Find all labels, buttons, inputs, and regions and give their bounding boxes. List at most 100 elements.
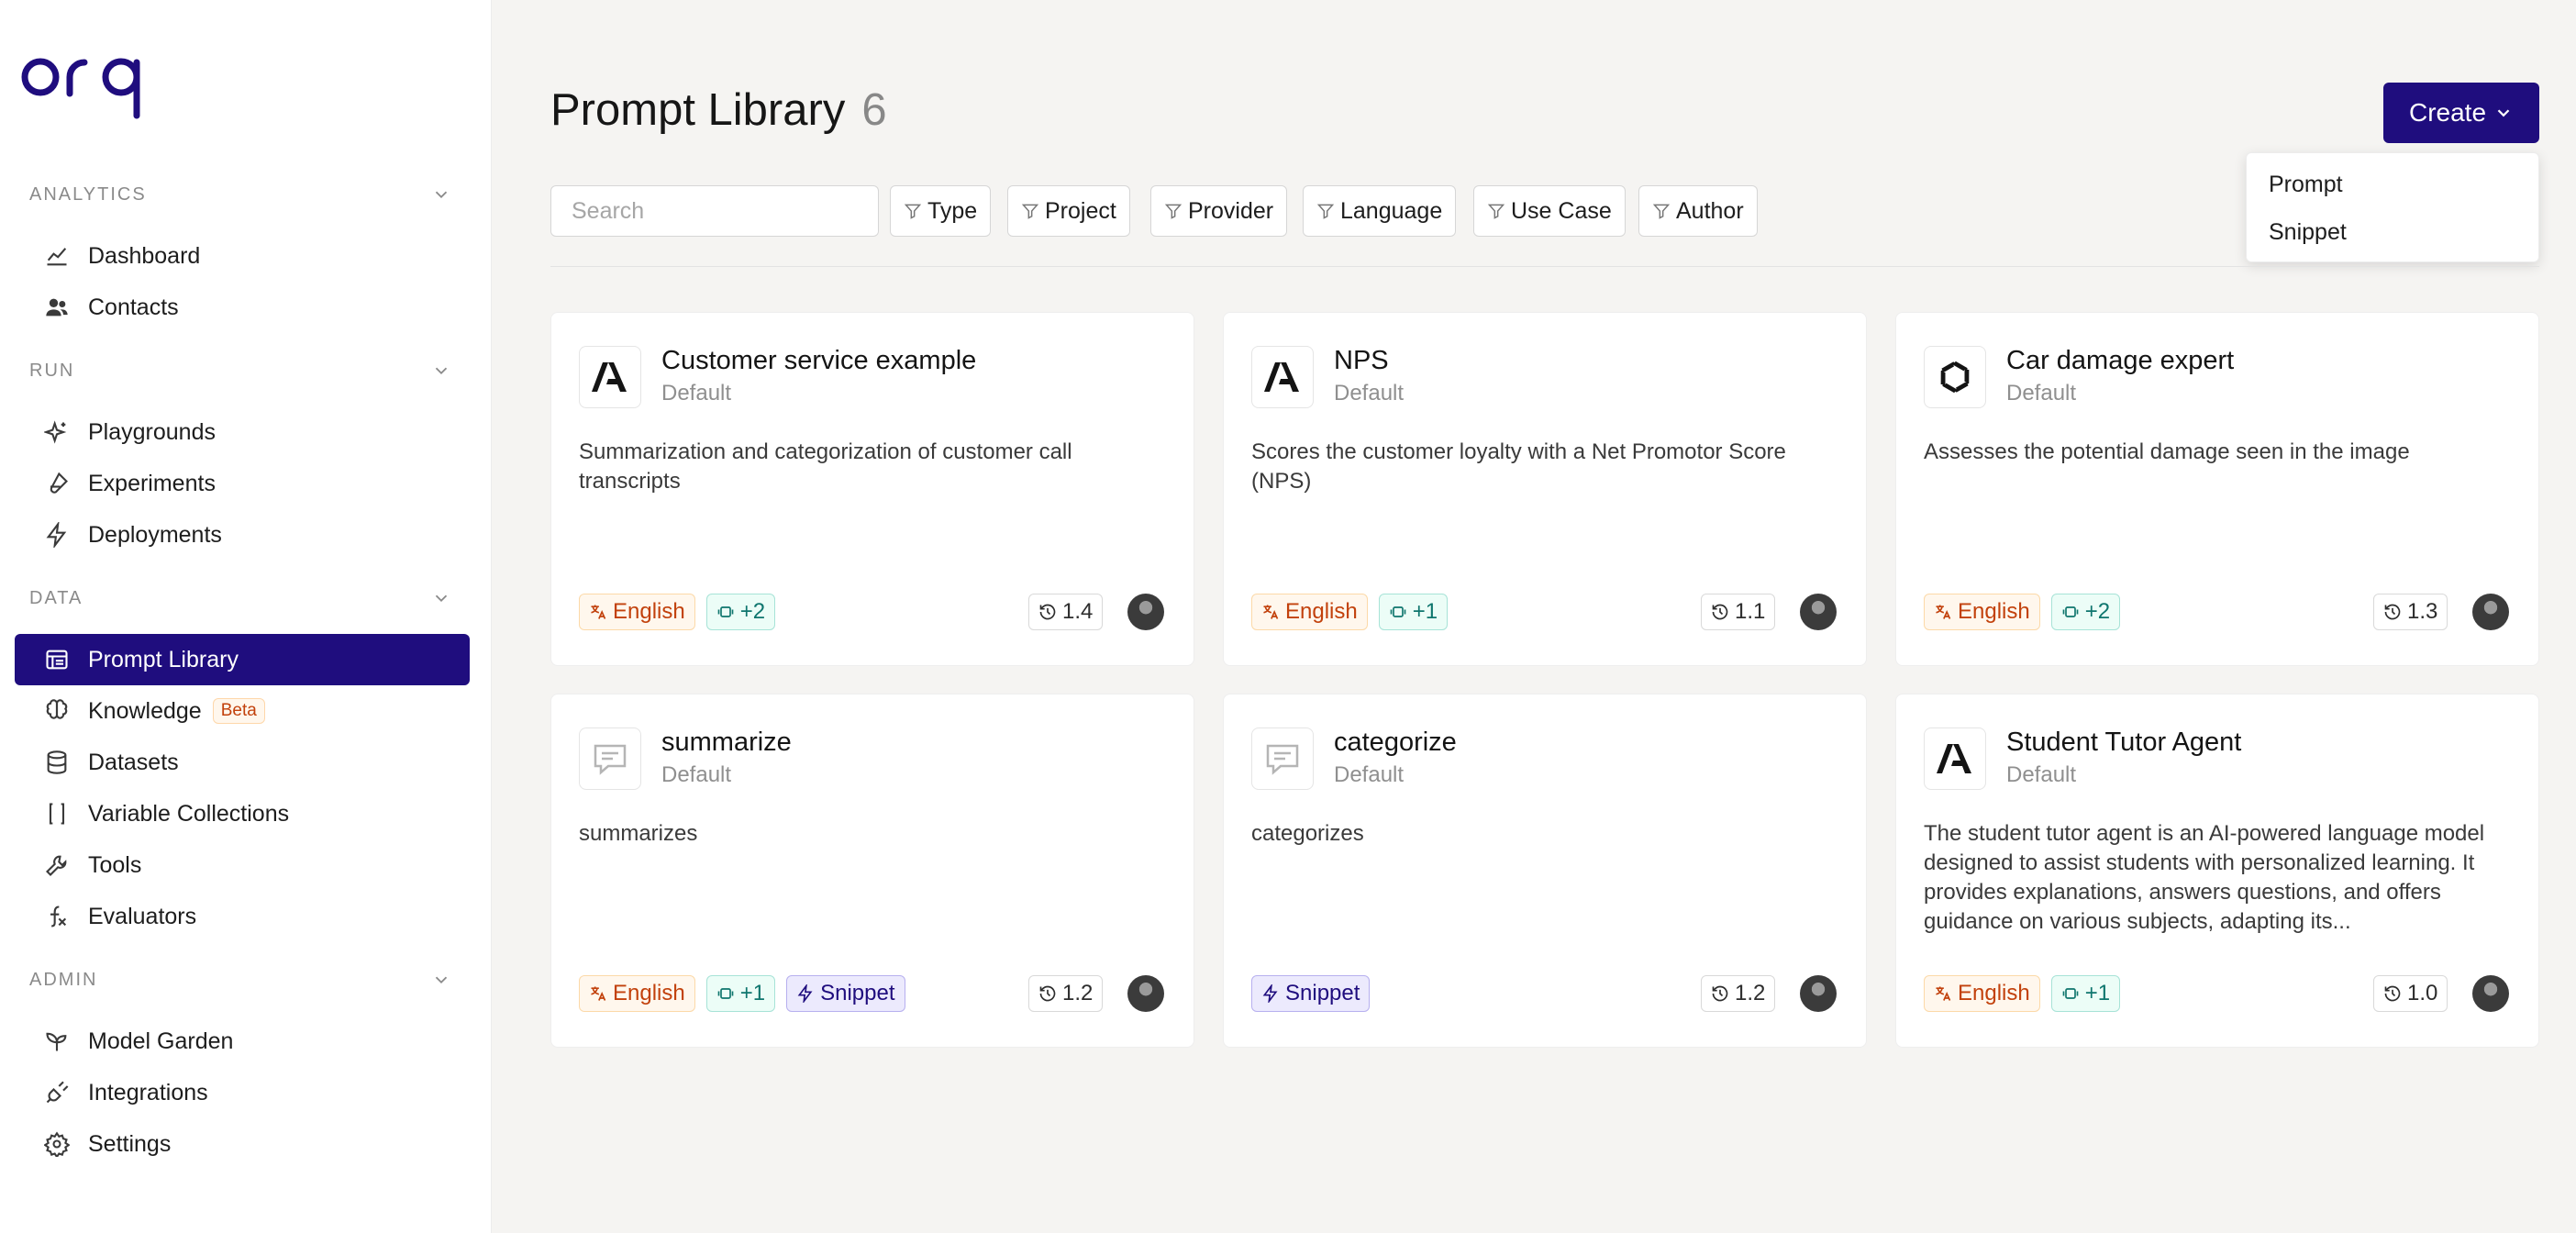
- sidebar-item-prompt-library[interactable]: Prompt Library: [15, 634, 470, 685]
- translate-icon: [1936, 605, 1951, 619]
- card-subtitle: Default: [1334, 762, 1405, 787]
- snippet-label: Snippet: [820, 981, 895, 1005]
- prompt-card[interactable]: summarize Default summarizes English +1 …: [550, 694, 1194, 1048]
- version-label: 1.2: [1735, 981, 1766, 1005]
- filter-icon: [1652, 204, 1671, 219]
- history-icon: [1712, 985, 1728, 1002]
- sidebar-item-deployments[interactable]: Deployments: [15, 509, 470, 561]
- sidebar-item-label: Variable Collections: [88, 800, 290, 827]
- provider-logo: [1924, 346, 1986, 408]
- version-badge[interactable]: 1.2: [1701, 975, 1776, 1012]
- chevron-down-icon: [435, 191, 448, 199]
- orq-logo[interactable]: [18, 40, 161, 121]
- author-avatar[interactable]: [2472, 975, 2509, 1012]
- model-count-tag: +1: [705, 975, 776, 1012]
- history-icon: [2384, 604, 2401, 620]
- language-tag: English: [1251, 594, 1368, 630]
- sidebar-item-knowledge[interactable]: Knowledge Beta: [15, 685, 470, 737]
- author-avatar[interactable]: [1127, 975, 1164, 1012]
- provider-logo: [579, 346, 641, 408]
- section-label: ADMIN: [29, 969, 98, 990]
- version-badge[interactable]: 1.4: [1028, 594, 1104, 630]
- anthropic-icon: [1264, 362, 1299, 392]
- create-label: Create: [2408, 98, 2487, 127]
- sidebar-item-dashboard[interactable]: Dashboard: [15, 230, 470, 282]
- filter-use-case[interactable]: Use Case: [1473, 185, 1626, 237]
- filter-project[interactable]: Project: [1007, 185, 1130, 237]
- section-run[interactable]: RUN: [29, 352, 451, 389]
- section-analytics[interactable]: ANALYTICS: [29, 176, 451, 213]
- author-avatar[interactable]: [1800, 975, 1837, 1012]
- sidebar-item-settings[interactable]: Settings: [15, 1118, 470, 1170]
- sidebar-item-label: Tools: [88, 851, 142, 878]
- search-input[interactable]: [550, 185, 879, 237]
- model-icon: [2062, 988, 2079, 999]
- card-description: Summarization and categorization of cust…: [579, 439, 1072, 494]
- model-count-tag: +1: [1378, 594, 1449, 630]
- translate-icon: [591, 986, 606, 1001]
- translate-icon: [1263, 605, 1279, 619]
- provider-logo: [1251, 728, 1314, 790]
- sidebar-item-integrations[interactable]: Integrations: [15, 1067, 470, 1118]
- create-button[interactable]: Create: [2383, 83, 2539, 143]
- prompt-card[interactable]: Student Tutor Agent Default The student …: [1895, 694, 2539, 1048]
- sidebar-item-label: Evaluators: [88, 903, 197, 929]
- filter-provider[interactable]: Provider: [1150, 185, 1288, 237]
- sidebar-item-variable-collections[interactable]: Variable Collections: [15, 788, 470, 839]
- version-badge[interactable]: 1.2: [1028, 975, 1104, 1012]
- card-tags: English +1: [1924, 975, 2121, 1012]
- sidebar-item-datasets[interactable]: Datasets: [15, 737, 470, 788]
- message-icon: [594, 744, 627, 775]
- sparkles-icon: [44, 420, 67, 444]
- prompt-card[interactable]: Car damage expert Default Assesses the p…: [1895, 312, 2539, 666]
- sidebar-item-experiments[interactable]: Experiments: [15, 458, 470, 509]
- snippet-tag: Snippet: [786, 975, 905, 1012]
- filter-label: Use Case: [1511, 197, 1612, 224]
- version-badge[interactable]: 1.0: [2373, 975, 2448, 1012]
- provider-logo: [1924, 728, 1986, 790]
- database-icon: [47, 750, 67, 774]
- translate-icon: [1936, 986, 1951, 1001]
- author-avatar[interactable]: [1127, 594, 1164, 630]
- lightning-icon: [797, 984, 813, 1003]
- author-avatar[interactable]: [2472, 594, 2509, 630]
- page-title: Prompt Library 6: [550, 84, 887, 136]
- menu-item-prompt[interactable]: Prompt: [2269, 172, 2343, 198]
- section-data[interactable]: DATA: [29, 580, 451, 616]
- flask-icon: [50, 472, 68, 494]
- card-tags: Snippet: [1251, 975, 1371, 1012]
- model-icon: [1390, 606, 1406, 617]
- language-tag: English: [1924, 594, 2040, 630]
- model-count-tag: +2: [705, 594, 776, 630]
- filter-language[interactable]: Language: [1303, 185, 1457, 237]
- menu-item-snippet[interactable]: Snippet: [2269, 219, 2347, 246]
- author-avatar[interactable]: [1800, 594, 1837, 630]
- sidebar-item-evaluators[interactable]: Evaluators: [15, 891, 470, 942]
- chart-line-icon: [47, 248, 67, 266]
- prompt-count: 6: [861, 85, 887, 135]
- section-label: DATA: [29, 587, 83, 608]
- version-badge[interactable]: 1.1: [1701, 594, 1776, 630]
- users-icon: [46, 298, 68, 317]
- version-label: 1.1: [1735, 599, 1766, 624]
- sidebar-item-label: Contacts: [88, 294, 179, 320]
- filter-label: Author: [1676, 197, 1744, 224]
- section-admin[interactable]: ADMIN: [29, 961, 451, 998]
- sprout-icon: [46, 1032, 67, 1051]
- model-icon: [717, 988, 734, 999]
- sidebar-item-label: Playgrounds: [88, 418, 216, 445]
- prompt-card[interactable]: Customer service example Default Summari…: [550, 312, 1194, 666]
- card-description: The student tutor agent is an AI-powered…: [1924, 821, 2485, 934]
- version-badge[interactable]: 1.3: [2373, 594, 2448, 630]
- function-icon: [50, 905, 67, 928]
- filter-type[interactable]: Type: [890, 185, 992, 237]
- card-subtitle: Default: [661, 381, 732, 405]
- sidebar-item-model-garden[interactable]: Model Garden: [15, 1016, 470, 1067]
- filter-author[interactable]: Author: [1638, 185, 1758, 237]
- sidebar-item-tools[interactable]: Tools: [15, 839, 470, 891]
- version-label: 1.3: [2407, 599, 2438, 624]
- prompt-card[interactable]: categorize Default categorizes Snippet 1…: [1223, 694, 1867, 1048]
- sidebar-item-contacts[interactable]: Contacts: [15, 282, 470, 333]
- prompt-card[interactable]: NPS Default Scores the customer loyalty …: [1223, 312, 1867, 666]
- sidebar-item-playgrounds[interactable]: Playgrounds: [15, 406, 470, 458]
